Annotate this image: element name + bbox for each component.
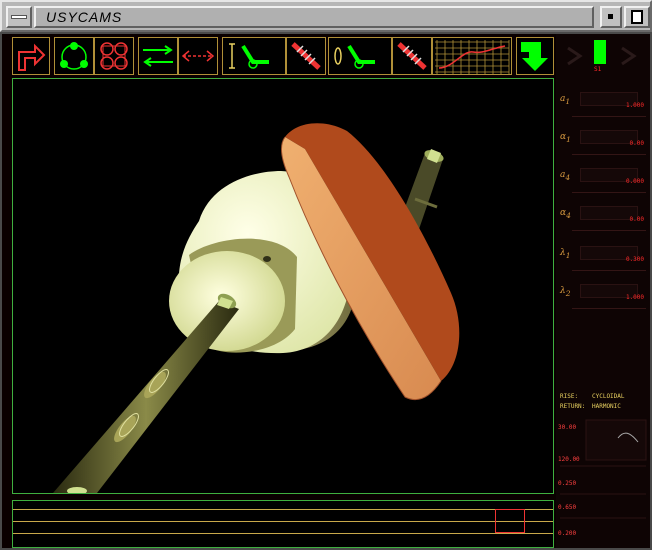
param-value: 0.00	[629, 140, 644, 147]
param-value: 0.300	[625, 256, 644, 263]
four-circles-button[interactable]	[94, 37, 134, 75]
cam-profile-button[interactable]	[54, 37, 94, 75]
param-a4[interactable]: a4 0.000	[558, 168, 648, 202]
menu-bar-icon	[11, 15, 27, 19]
grid-chart-icon	[435, 40, 510, 74]
param-divider	[572, 230, 646, 231]
maximize-icon	[631, 10, 643, 24]
param-symbol: λ1	[560, 248, 571, 260]
toolbar	[10, 37, 558, 77]
slider-thumb[interactable]	[495, 509, 525, 533]
graph-label: 0.250	[558, 480, 577, 487]
graph-label: 120.00	[558, 456, 580, 463]
timeline-slider[interactable]	[12, 500, 554, 548]
title-area[interactable]: USYCAMS	[34, 6, 594, 28]
param-a1[interactable]: a1 1.000	[558, 92, 648, 126]
param-alpha1[interactable]: α1 0.00	[558, 130, 648, 164]
oscillating-follower-button[interactable]	[328, 37, 392, 75]
param-symbol: α4	[560, 208, 571, 220]
param-lambda2[interactable]: λ2 1.000	[558, 284, 648, 318]
param-symbol: a4	[560, 170, 571, 182]
spring-follower-button-1[interactable]	[286, 37, 326, 75]
window-menu-button[interactable]	[6, 6, 32, 28]
param-lambda1[interactable]: λ1 0.300	[558, 246, 648, 280]
graph-label: 0.200	[558, 530, 577, 537]
spring-icon	[291, 42, 321, 70]
dashed-arrows-button[interactable]	[178, 37, 218, 75]
motion-law-info: RISE: CYCLOIDAL RETURN: HARMONIC	[560, 392, 650, 412]
return-label: RETURN:	[560, 403, 586, 410]
param-symbol: a1	[560, 94, 571, 106]
minimize-button[interactable]	[600, 6, 622, 28]
down-arrow-button[interactable]	[516, 37, 554, 75]
return-value: HARMONIC	[592, 403, 621, 410]
param-value: 1.000	[625, 294, 644, 301]
right-top-icons: S1	[556, 38, 650, 76]
param-value: 1.000	[625, 102, 644, 109]
param-symbol: λ2	[560, 286, 571, 298]
param-divider	[572, 154, 646, 155]
cam-mechanism-render	[53, 123, 460, 493]
grid-chart-button[interactable]	[432, 37, 512, 75]
oscillating-follower-icon	[334, 44, 375, 69]
window-title: USYCAMS	[46, 9, 123, 25]
spring-icon-2	[397, 42, 427, 70]
cam-3d-viewport[interactable]	[12, 78, 554, 494]
param-value: 0.000	[625, 178, 644, 185]
rise-value: CYCLOIDAL	[592, 393, 625, 400]
rise-label: RISE:	[560, 393, 579, 400]
direction-arrows-icon	[143, 45, 173, 67]
right-panel: S1 a1 1.000 α1 0.00 a4 0.000 α4 0.00 λ1 …	[556, 34, 650, 548]
indicator-label: S1	[594, 66, 602, 73]
four-circles-icon	[100, 42, 128, 70]
param-divider	[572, 308, 646, 309]
app-frame: S1 a1 1.000 α1 0.00 a4 0.000 α4 0.00 λ1 …	[0, 32, 652, 550]
slider-track-line	[13, 509, 553, 510]
param-alpha4[interactable]: α4 0.00	[558, 206, 648, 240]
param-value: 0.00	[629, 216, 644, 223]
param-symbol: α1	[560, 132, 571, 144]
linear-follower-button[interactable]	[222, 37, 286, 75]
slider-track-line	[13, 521, 553, 522]
graph-label: 0.650	[558, 504, 577, 511]
dashed-arrows-icon	[181, 50, 215, 62]
linear-follower-icon	[229, 43, 269, 69]
param-divider	[572, 116, 646, 117]
maximize-button[interactable]	[624, 6, 650, 28]
exit-arrow-icon	[18, 43, 46, 71]
status-indicator	[594, 40, 606, 64]
minimize-icon	[608, 14, 613, 19]
cam-profile-icon	[60, 42, 88, 70]
window-titlebar: USYCAMS	[0, 0, 652, 32]
direction-arrows-button[interactable]	[138, 37, 178, 75]
param-divider	[572, 270, 646, 271]
slider-track-line	[13, 533, 553, 534]
graph-label: 30.00	[558, 424, 577, 431]
spring-follower-button-2[interactable]	[392, 37, 432, 75]
param-divider	[572, 192, 646, 193]
down-arrow-icon	[521, 42, 548, 71]
exit-arrow-button[interactable]	[12, 37, 50, 75]
